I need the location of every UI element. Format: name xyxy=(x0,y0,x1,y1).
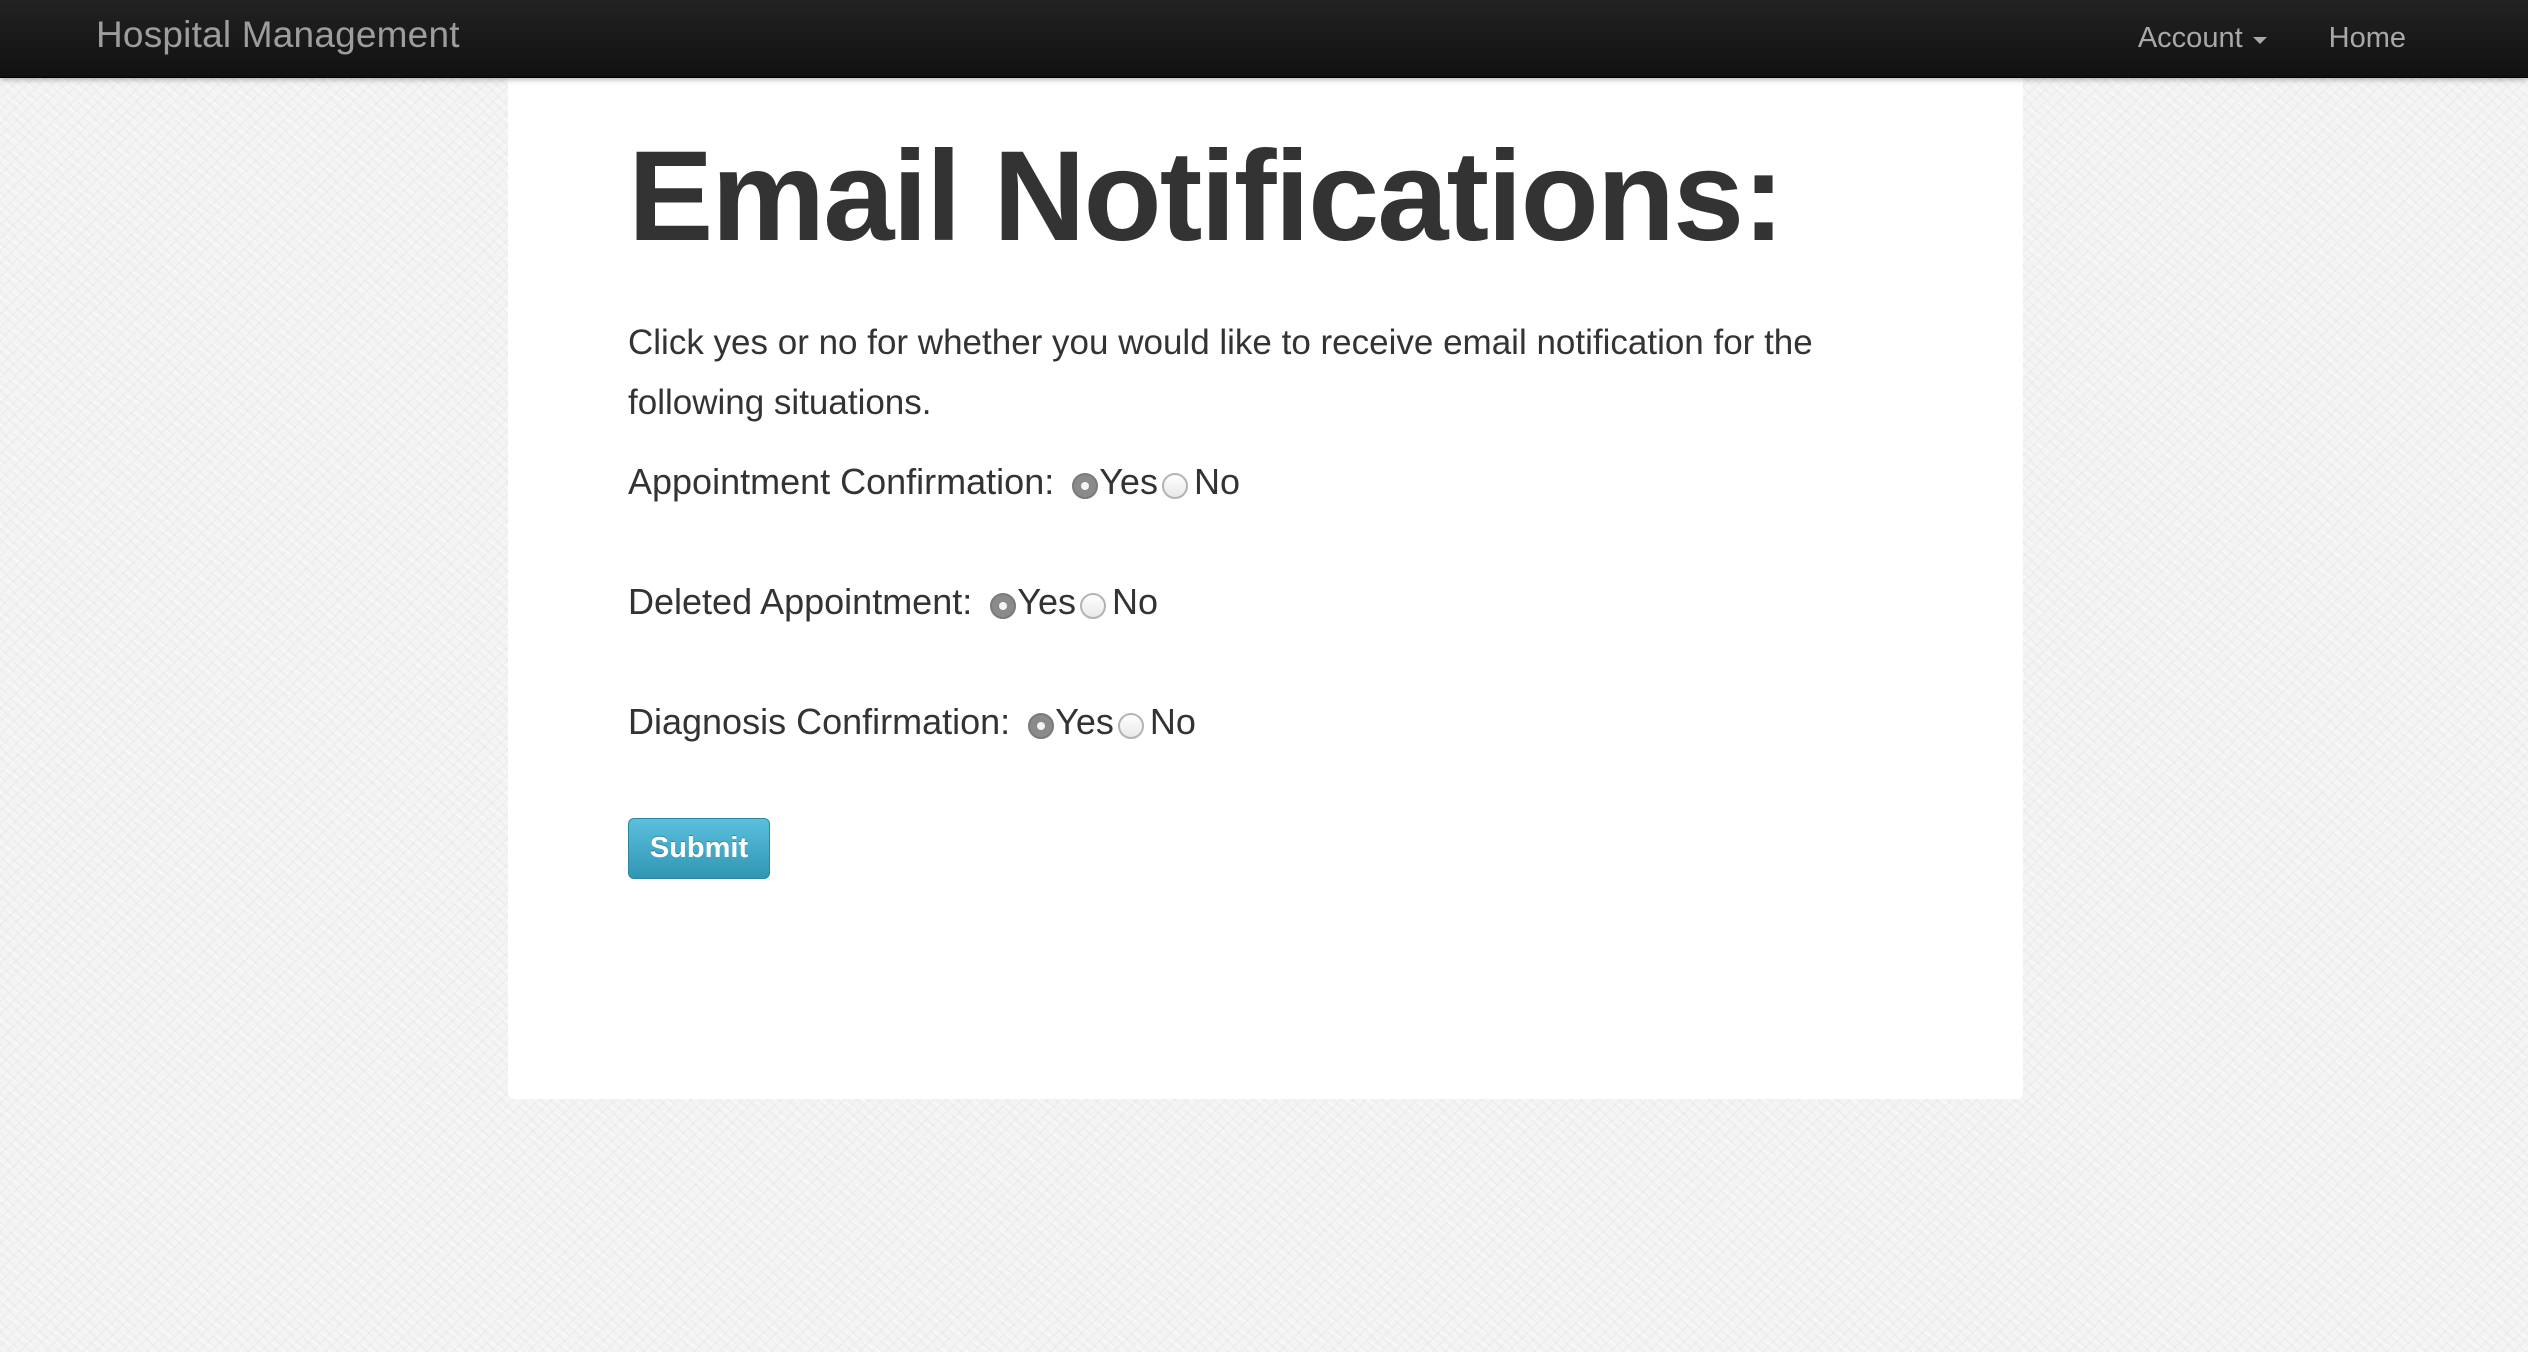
submit-button[interactable]: Submit xyxy=(628,818,770,879)
radio-yes-diagnosis-confirmation[interactable] xyxy=(1028,713,1055,739)
main-panel: Email Notifications: Click yes or no for… xyxy=(508,77,2023,1099)
option-row-diagnosis-confirmation: Diagnosis Confirmation: Yes No xyxy=(628,701,1196,743)
brand-link[interactable]: Hospital Management xyxy=(96,14,460,56)
radio-no-label: No xyxy=(1149,701,1196,742)
radio-yes-deleted-appointment[interactable] xyxy=(990,593,1017,619)
nav-right-menu: Account Home xyxy=(2138,0,2528,77)
option-label: Diagnosis Confirmation: xyxy=(628,701,1011,742)
page-title: Email Notifications: xyxy=(628,125,1785,268)
radio-yes-appointment-confirmation[interactable] xyxy=(1072,473,1099,499)
option-label: Appointment Confirmation: xyxy=(628,461,1055,502)
radio-yes-label: Yes xyxy=(1017,581,1076,622)
radio-yes-label: Yes xyxy=(1055,701,1114,742)
radio-no-deleted-appointment[interactable] xyxy=(1079,593,1106,619)
radio-no-label: No xyxy=(1111,581,1158,622)
intro-text: Click yes or no for whether you would li… xyxy=(628,323,1813,422)
radio-no-appointment-confirmation[interactable] xyxy=(1161,473,1188,499)
radio-no-diagnosis-confirmation[interactable] xyxy=(1117,713,1144,739)
account-dropdown[interactable]: Account xyxy=(2138,22,2267,55)
home-link[interactable]: Home xyxy=(2329,22,2406,55)
caret-down-icon xyxy=(2252,36,2267,44)
top-navbar: Hospital Management Account Home xyxy=(0,0,2528,78)
radio-yes-label: Yes xyxy=(1099,461,1158,502)
option-row-appointment-confirmation: Appointment Confirmation: Yes No xyxy=(628,461,1240,503)
account-label: Account xyxy=(2137,22,2243,54)
option-label: Deleted Appointment: xyxy=(628,581,973,622)
radio-no-label: No xyxy=(1193,461,1240,502)
option-row-deleted-appointment: Deleted Appointment: Yes No xyxy=(628,581,1158,623)
